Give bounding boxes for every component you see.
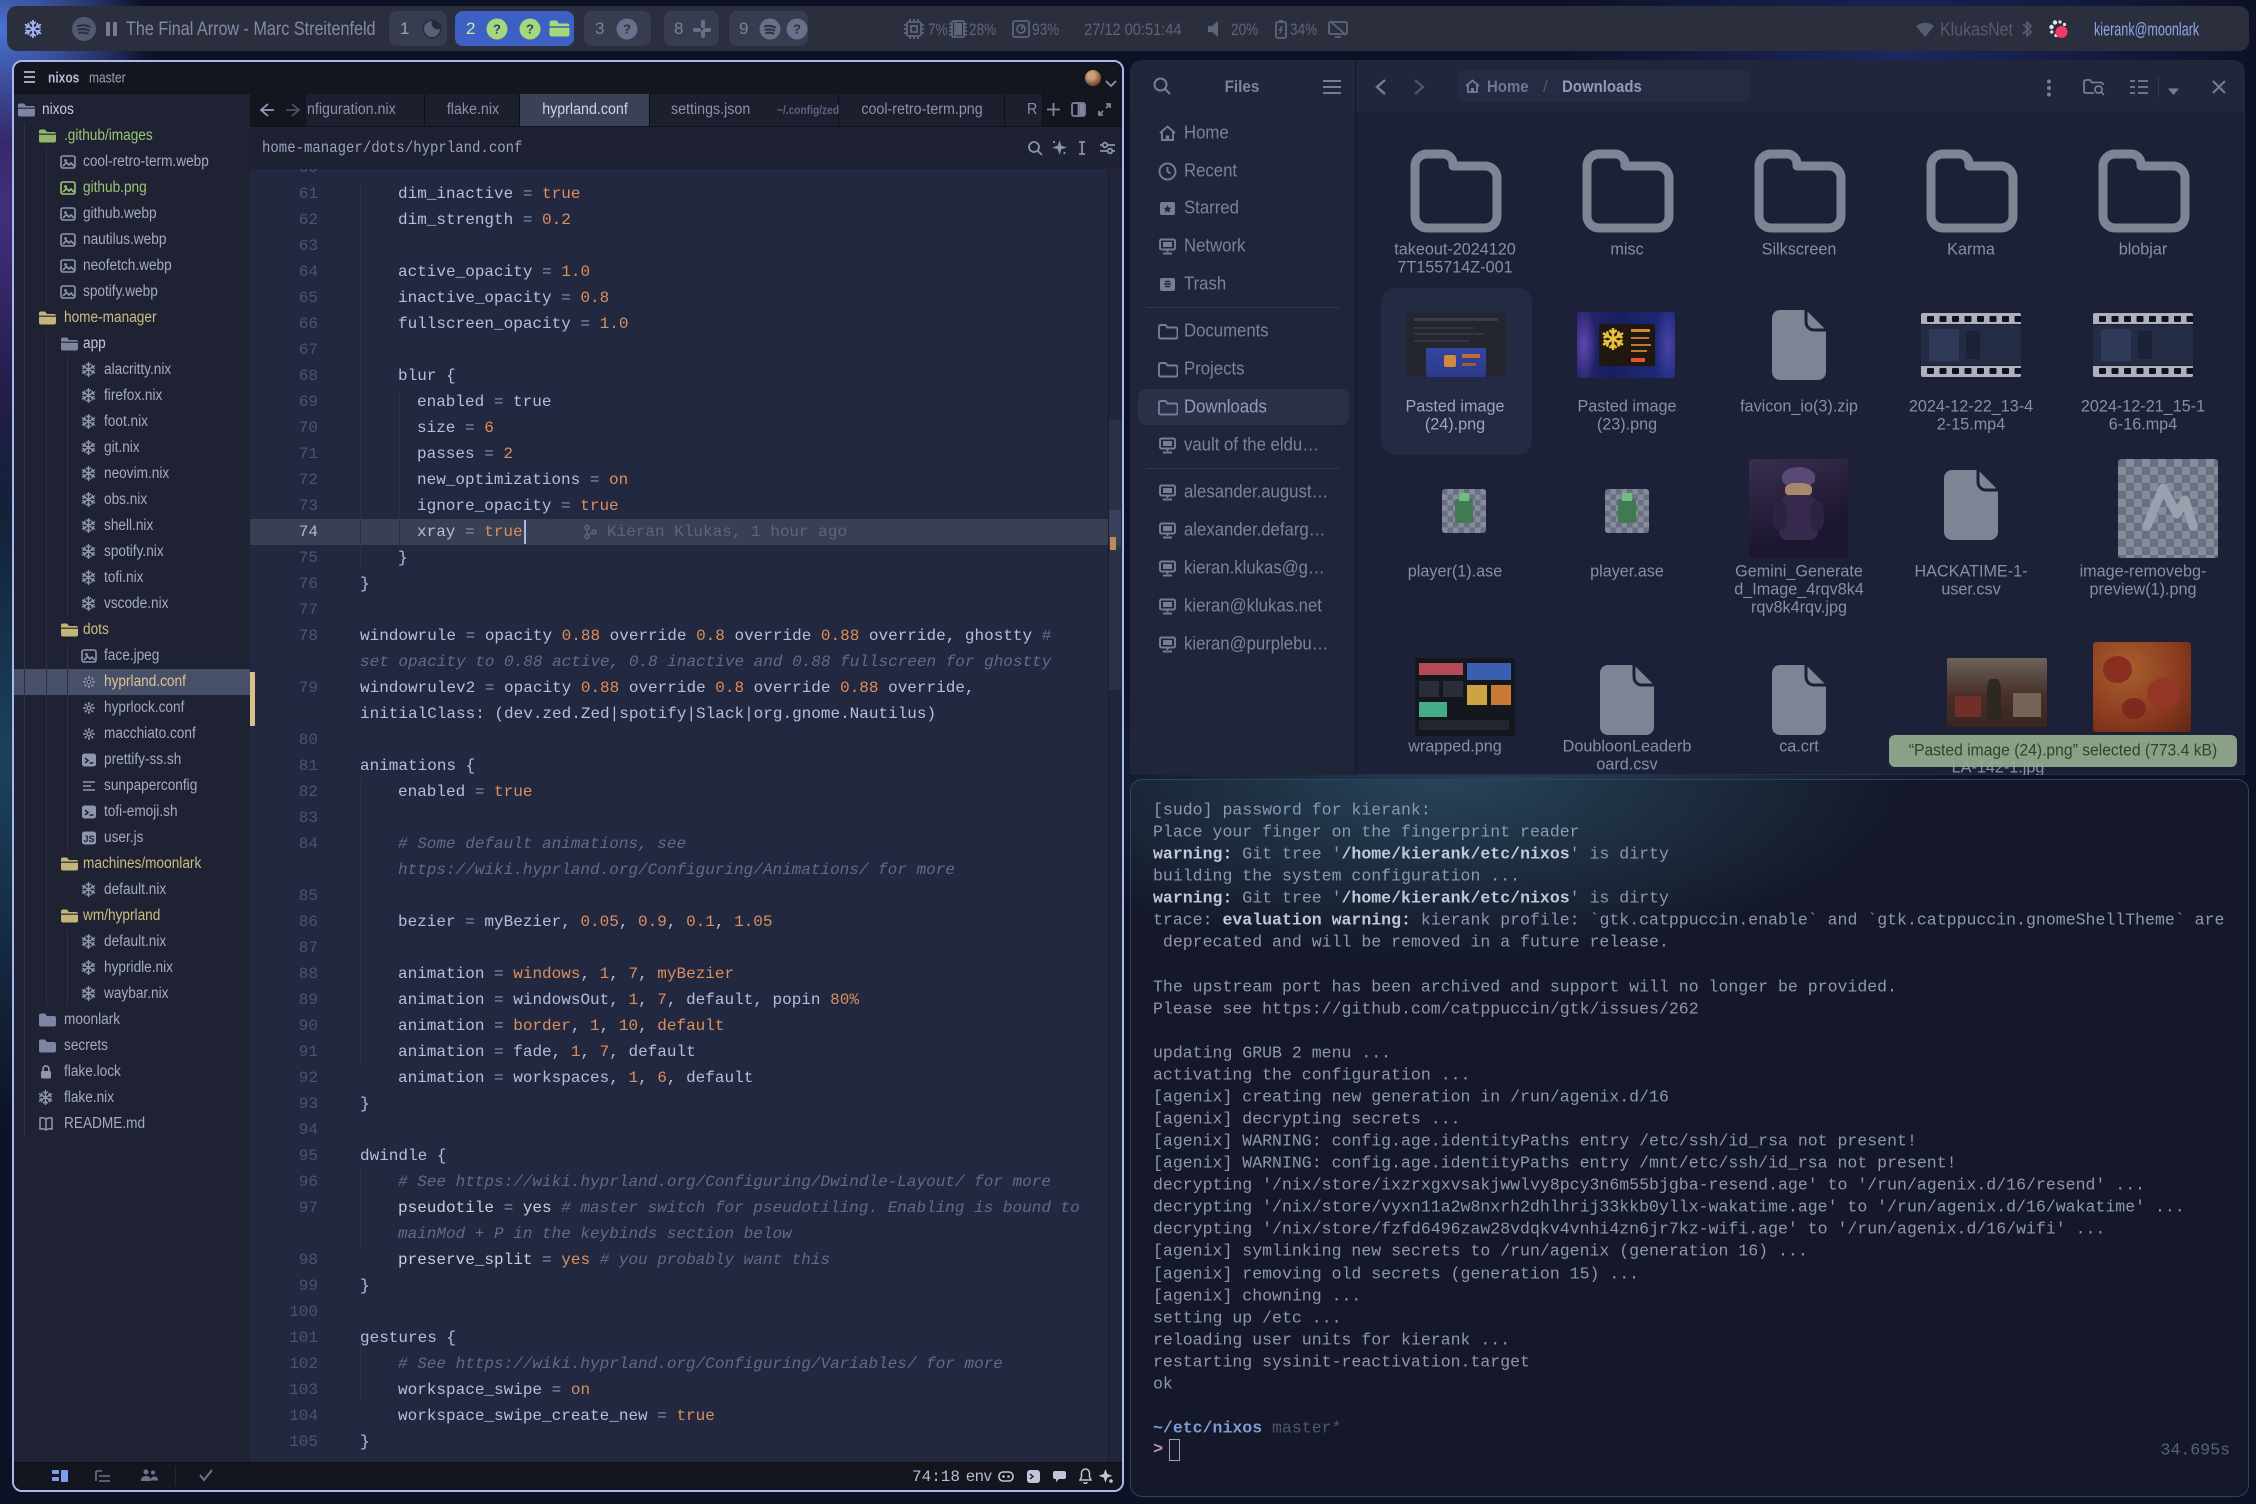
- svg-text:?: ?: [493, 22, 501, 37]
- svg-text:?: ?: [526, 22, 534, 37]
- svg-text:JS: JS: [83, 834, 94, 844]
- svg-text:?: ?: [793, 22, 801, 37]
- svg-text:?: ?: [623, 22, 631, 37]
